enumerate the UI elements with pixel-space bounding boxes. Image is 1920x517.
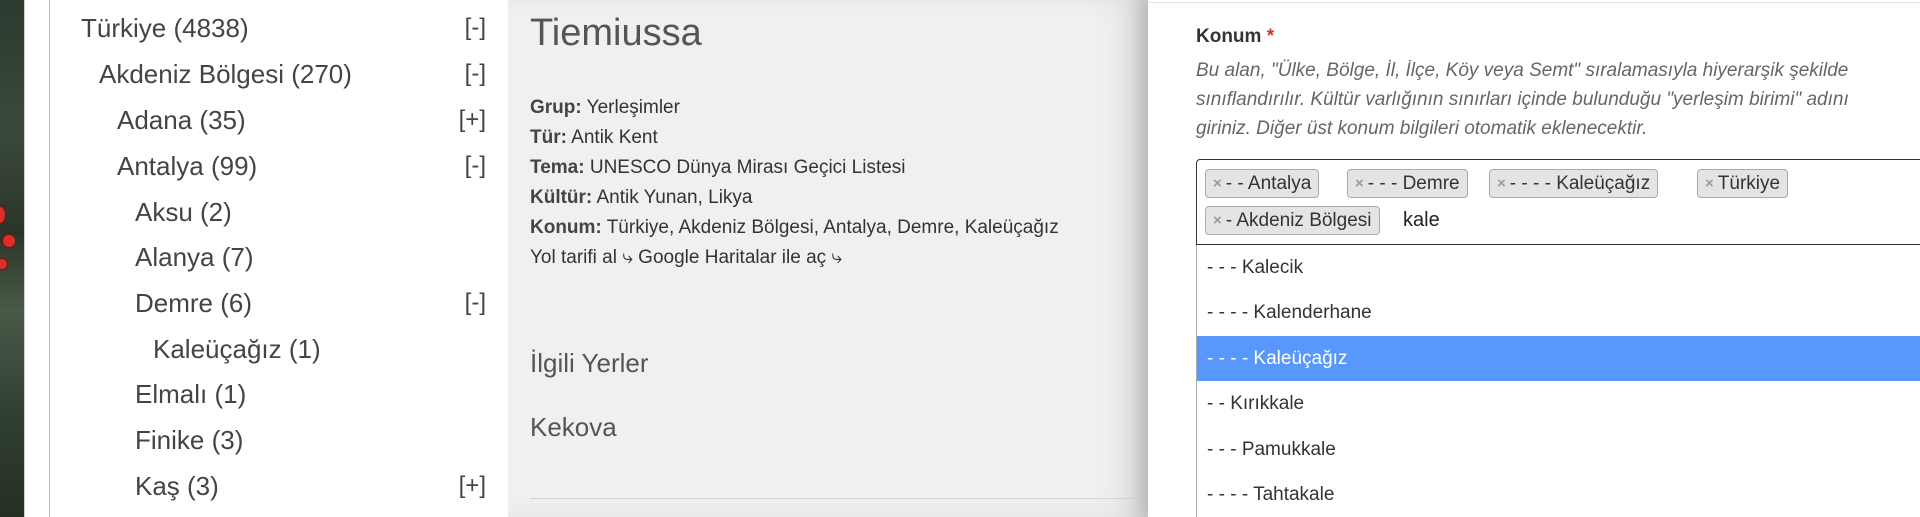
dropdown-option[interactable]: - - - - Kalenderhane (1197, 290, 1920, 335)
tree-item-adana[interactable]: Adana (35) (117, 100, 246, 140)
remove-tag-icon[interactable]: × (1213, 175, 1222, 192)
dropdown-option[interactable]: - - - Kalecik (1197, 245, 1920, 290)
tree-toggle-akdeniz[interactable]: [-] (465, 54, 486, 94)
map-marker[interactable] (0, 258, 8, 270)
related-place-link[interactable]: Kekova (530, 412, 617, 443)
meta-location: Konum: Türkiye, Akdeniz Bölgesi, Antalya… (530, 217, 1059, 238)
tree-item-antalya[interactable]: Antalya (99) (117, 146, 257, 186)
location-search-input[interactable] (1403, 205, 1523, 235)
tree-toggle-antalya[interactable]: [-] (465, 146, 486, 186)
selected-tag: × - - - - Kaleüçağız (1489, 169, 1659, 198)
meta-group: Grup: Yerleşimler (530, 97, 680, 118)
map-background[interactable] (0, 0, 24, 517)
remove-tag-icon[interactable]: × (1705, 175, 1714, 192)
tree-item-akdeniz[interactable]: Akdeniz Bölgesi (270) (99, 54, 352, 94)
tree-item-kas[interactable]: Kaş (3) (135, 466, 219, 506)
tree-item-demre[interactable]: Demre (6) (135, 283, 252, 323)
meta-links: Yol tarifi al ⤷ Google Haritalar ile aç … (530, 247, 842, 269)
place-detail-panel: Tiemiussa Grup: Yerleşimler Tür: Antik K… (508, 0, 1148, 517)
dropdown-option[interactable]: - - Kırıkkale (1197, 381, 1920, 426)
location-field-label: Konum * (1196, 26, 1275, 47)
map-marker[interactable] (0, 206, 6, 224)
tree-toggle-kas[interactable]: [+] (459, 466, 486, 506)
selected-tag: × - - - Demre (1347, 169, 1468, 198)
dropdown-option[interactable]: - - - Pamukkale (1197, 427, 1920, 472)
tree-toggle-turkiye[interactable]: [-] (465, 8, 486, 48)
tree-item-aksu[interactable]: Aksu (2) (135, 192, 232, 232)
edit-form-panel: Konum * Bu alan, "Ülke, Bölge, İl, İlçe,… (1148, 0, 1920, 517)
remove-tag-icon[interactable]: × (1355, 175, 1364, 192)
dropdown-option-highlighted[interactable]: - - - - Kaleüçağız (1197, 336, 1920, 381)
meta-theme: Tema: UNESCO Dünya Mirası Geçici Listesi (530, 157, 906, 178)
selected-tag: × - Akdeniz Bölgesi (1205, 206, 1380, 235)
tree-toggle-demre[interactable]: [-] (465, 283, 486, 323)
tree-item-kaleucagiz[interactable]: Kaleüçağız (1) (153, 329, 321, 369)
tree-border (49, 0, 50, 517)
remove-tag-icon[interactable]: × (1497, 175, 1506, 192)
form-top-divider (1148, 2, 1920, 3)
location-multiselect[interactable]: × - - Antalya × - - - Demre × - - - - Ka… (1196, 159, 1920, 245)
meta-type: Tür: Antik Kent (530, 127, 658, 148)
selected-tag: × - - Antalya (1205, 169, 1320, 198)
place-title: Tiemiussa (530, 12, 702, 54)
selected-tag: × Türkiye (1697, 169, 1789, 198)
remove-tag-icon[interactable]: × (1213, 212, 1222, 229)
location-tree-panel: Türkiye (4838) [-] Akdeniz Bölgesi (270)… (24, 0, 508, 517)
required-marker: * (1266, 26, 1275, 47)
detail-divider (530, 498, 1148, 499)
dropdown-option[interactable]: - - - - Tahtakale (1197, 472, 1920, 517)
location-dropdown: - - - Kalecik - - - - Kalenderhane - - -… (1196, 245, 1920, 517)
tree-item-alanya[interactable]: Alanya (7) (135, 237, 254, 277)
tree-item-turkiye[interactable]: Türkiye (4838) (81, 8, 249, 48)
tree-item-elmali[interactable]: Elmalı (1) (135, 374, 246, 414)
tree-item-finike[interactable]: Finike (3) (135, 420, 243, 460)
directions-link[interactable]: Yol tarifi al ⤷ (530, 247, 633, 268)
meta-culture: Kültür: Antik Yunan, Likya (530, 187, 753, 208)
google-maps-link[interactable]: Google Haritalar ile aç ⤷ (638, 247, 842, 268)
tree-toggle-adana[interactable]: [+] (459, 100, 486, 140)
map-marker[interactable] (2, 234, 16, 248)
related-places-title: İlgili Yerler (530, 348, 649, 378)
location-field-help: Bu alan, "Ülke, Bölge, İl, İlçe, Köy vey… (1196, 60, 1849, 139)
